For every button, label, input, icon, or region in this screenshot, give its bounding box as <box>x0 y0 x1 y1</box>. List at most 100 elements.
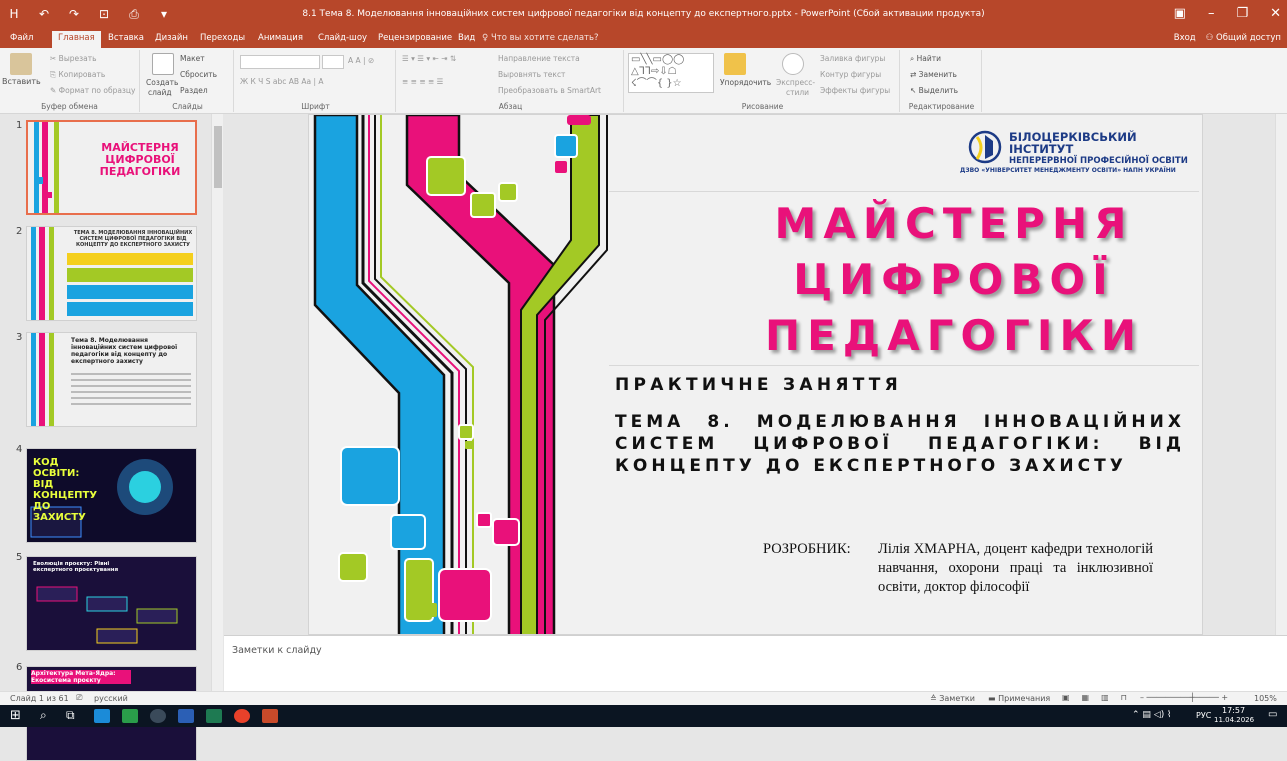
ribbon-tabs: Файл Главная Вставка Дизайн Переходы Ани… <box>0 30 1287 48</box>
select-button[interactable]: ↖ Выделить <box>910 86 958 95</box>
language-indicator[interactable]: русский <box>94 694 128 703</box>
tab-animations[interactable]: Анимация <box>258 33 303 43</box>
tab-view[interactable]: Вид <box>458 33 475 43</box>
text-direction-button[interactable]: Направление текста <box>498 54 580 63</box>
notes-toggle[interactable]: ≙ Заметки <box>930 694 975 703</box>
tab-slideshow[interactable]: Слайд-шоу <box>318 33 367 43</box>
powerpoint-icon[interactable] <box>262 709 278 723</box>
new-slide-button[interactable]: Создать <box>146 78 178 87</box>
word-icon[interactable] <box>178 709 194 723</box>
scroll-thumb[interactable] <box>214 126 222 188</box>
comment-icon: ▬ <box>988 694 999 703</box>
sign-in-link[interactable]: Вход <box>1174 33 1196 43</box>
slide-thumbnail-4[interactable]: КОД ОСВІТИ: ВІД КОНЦЕПТУ ДО ЗАХИСТУ <box>26 448 197 543</box>
search-icon[interactable]: ⌕ <box>40 708 47 723</box>
slide-thumbnail-3[interactable]: Тема 8. Моделювання інноваційних систем … <box>26 332 197 427</box>
quick-styles-icon[interactable] <box>782 53 804 75</box>
ribbon-display-icon[interactable]: ▣ <box>1174 6 1186 21</box>
group-label: Абзац <box>498 102 523 111</box>
minimize-button[interactable]: – <box>1208 6 1215 21</box>
quick-styles-button[interactable]: Экспресс- <box>776 78 815 87</box>
task-view-icon[interactable]: ⧉ <box>66 708 75 723</box>
tab-file[interactable]: Файл <box>10 33 33 43</box>
group-editing: ⌕ Найти ⇄ Заменить ↖ Выделить Редактиров… <box>902 50 982 112</box>
app-icon-2[interactable] <box>122 709 138 723</box>
zoom-slider[interactable]: – ─────────┼───── + <box>1140 693 1228 702</box>
notification-icon[interactable]: ▭ <box>1268 709 1277 720</box>
view-buttons[interactable]: ▣▦▥⊓ <box>1062 693 1139 702</box>
paste-button[interactable]: Вставить <box>2 77 41 86</box>
editor-scrollbar[interactable] <box>1275 114 1287 635</box>
slide-thumbnail-1[interactable]: МАЙСТЕРНЯ ЦИФРОВОЇ ПЕДАГОГІКИ <box>26 120 197 215</box>
windows-start-icon[interactable]: ⊞ <box>10 708 21 723</box>
thumb-4-title: КОД ОСВІТИ: ВІД КОНЦЕПТУ ДО ЗАХИСТУ <box>33 457 98 523</box>
reset-button[interactable]: Сбросить <box>180 70 217 79</box>
title-bar: H ↶ ↷ ⊡ ⎙ ▾ 8.1 Тема 8. Моделювання інно… <box>0 0 1287 30</box>
new-slide-icon[interactable] <box>152 53 174 75</box>
share-button[interactable]: ⚇ Общий доступ <box>1206 33 1281 43</box>
find-button[interactable]: ⌕ Найти <box>910 54 941 64</box>
close-button[interactable]: ✕ <box>1270 6 1281 21</box>
notes-pane[interactable]: Заметки к слайду <box>224 635 1287 691</box>
arrange-icon[interactable] <box>724 53 746 75</box>
smartart-button[interactable]: Преобразовать в SmartArt <box>498 86 601 95</box>
font-size-field[interactable] <box>322 55 344 69</box>
thumbnails-scrollbar[interactable] <box>211 114 223 691</box>
arrange-button[interactable]: Упорядочить <box>720 78 771 87</box>
align-icons[interactable]: ≡ ≡ ≡ ≡ ☰ <box>402 77 443 86</box>
replace-icon: ⇄ <box>910 70 919 79</box>
zoom-level[interactable]: 105% <box>1254 694 1277 703</box>
section-button[interactable]: Раздел <box>180 86 208 95</box>
tray-icons[interactable]: ⌃ ▤ ◁) ⌇ <box>1132 710 1171 720</box>
font-size-buttons[interactable]: A A | ⊘ <box>348 56 374 65</box>
notes-placeholder: Заметки к слайду <box>232 645 322 656</box>
tab-transitions[interactable]: Переходы <box>200 33 245 43</box>
restore-button[interactable]: ❐ <box>1236 6 1248 21</box>
layout-button[interactable]: Макет <box>180 54 205 63</box>
tab-design[interactable]: Дизайн <box>155 33 188 43</box>
input-language[interactable]: РУС <box>1196 711 1211 720</box>
group-clipboard: Вставить ✂ Вырезать ⎘ Копировать ✎ Форма… <box>0 50 140 112</box>
spellcheck-icon[interactable]: ⎚ <box>76 693 82 703</box>
group-label: Слайды <box>172 102 203 111</box>
clock-date[interactable]: 11.04.2026 <box>1214 716 1254 724</box>
slide-1[interactable]: БІЛОЦЕРКІВСЬКИЙ ІНСТИТУТ НЕПЕРЕРВНОЇ ПРО… <box>308 114 1203 635</box>
font-name-field[interactable] <box>240 55 320 69</box>
paste-icon[interactable] <box>10 53 32 75</box>
comments-toggle[interactable]: ▬ Примечания <box>988 694 1050 703</box>
cut-button[interactable]: ✂ Вырезать <box>50 54 97 63</box>
shapes-gallery[interactable]: ▭╲╲▭◯◯ △ᒣᒣ⇨⇩☖ ☇⌒⌒{ }☆ <box>628 53 714 93</box>
tab-review[interactable]: Рецензирование <box>378 33 452 43</box>
replace-button[interactable]: ⇄ Заменить <box>910 70 957 79</box>
group-paragraph: ☰ ▾ ☰ ▾ ⇤ ⇥ ⇅ ≡ ≡ ≡ ≡ ☰ Направление текс… <box>398 50 624 112</box>
app-icon-3[interactable] <box>150 709 166 723</box>
tell-me-search[interactable]: ♀ Что вы хотите сделать? <box>482 33 599 43</box>
shape-fill-button[interactable]: Заливка фигуры <box>820 54 885 63</box>
window-controls: ▣ – ❐ ✕ <box>1174 6 1281 21</box>
group-label: Рисование <box>741 102 784 111</box>
align-text-button[interactable]: Выровнять текст <box>498 70 565 79</box>
account-area: Вход ⚇ Общий доступ <box>1174 33 1281 43</box>
shape-effects-button[interactable]: Эффекты фигуры <box>820 86 890 95</box>
institute-subtitle: ДЗВО «УНІВЕРСИТЕТ МЕНЕДЖМЕНТУ ОСВІТИ» НА… <box>960 167 1176 174</box>
copy-button[interactable]: ⎘ Копировать <box>50 70 105 80</box>
thumb-6-title: Архітектура Мета-Ядра: Екосистема проєкт… <box>31 670 131 684</box>
cursor-icon: ↖ <box>910 86 919 95</box>
brush-icon: ✎ <box>50 86 59 95</box>
slide-title-line-3: ПЕДАГОГІКИ <box>764 311 1144 360</box>
slide-thumbnail-5[interactable]: Еволюція проєкту: Рівні експертного проє… <box>26 556 197 651</box>
app-icon-1[interactable] <box>94 709 110 723</box>
tab-home[interactable]: Главная <box>52 31 101 48</box>
app-icon-5[interactable] <box>206 709 222 723</box>
new-slide-button-2[interactable]: слайд <box>148 88 172 97</box>
format-painter-button[interactable]: ✎ Формат по образцу <box>50 86 135 95</box>
clock-time[interactable]: 17:57 <box>1222 706 1245 715</box>
quick-styles-button-2[interactable]: стили <box>786 88 809 97</box>
bullet-icons[interactable]: ☰ ▾ ☰ ▾ ⇤ ⇥ ⇅ <box>402 54 456 63</box>
slide-thumbnail-2[interactable]: ТЕМА 8. МОДЕЛЮВАННЯ ІННОВАЦІЙНИХ СИСТЕМ … <box>26 226 197 321</box>
chrome-icon[interactable] <box>234 709 250 723</box>
tab-insert[interactable]: Вставка <box>108 33 144 43</box>
shape-outline-button[interactable]: Контур фигуры <box>820 70 881 79</box>
slide-title-line-2: ЦИФРОВОЇ <box>793 255 1115 304</box>
font-format-buttons[interactable]: Ж К Ч S abc АВ Aa | A <box>240 77 324 86</box>
